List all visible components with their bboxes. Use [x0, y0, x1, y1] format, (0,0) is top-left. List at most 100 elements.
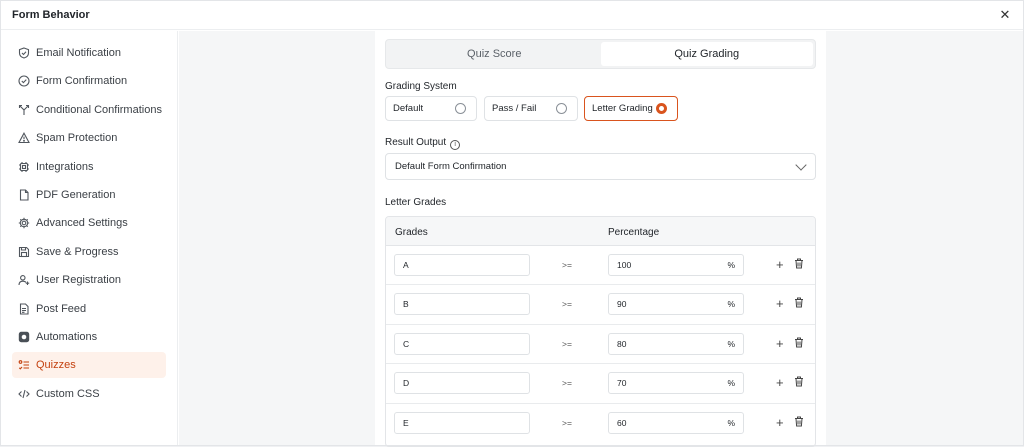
grading-option-pass-fail[interactable]: Pass / Fail	[484, 96, 578, 121]
sidebar-item-label: Form Confirmation	[36, 75, 128, 88]
warning-icon	[17, 132, 30, 145]
sidebar-item-quizzes[interactable]: Quizzes	[12, 352, 166, 379]
percentage-value: 90	[617, 299, 627, 310]
sidebar-item-integrations[interactable]: Integrations	[12, 154, 166, 180]
sidebar-item-label: Save & Progress	[36, 245, 119, 258]
result-output-label-text: Result Output	[385, 137, 447, 148]
save-icon	[17, 245, 30, 258]
radio-selected-icon	[656, 103, 667, 114]
percentage-input[interactable]: 70 %	[608, 372, 744, 395]
percentage-value: 60	[617, 417, 627, 428]
percentage-input[interactable]: 90 %	[608, 293, 744, 316]
grade-input[interactable]: B	[394, 293, 530, 316]
operator-label: >=	[562, 417, 572, 428]
sidebar-item-user-registration[interactable]: User Registration	[12, 267, 166, 293]
letter-grades-table: Grades Percentage A >= 100 % + B >= 90 %…	[385, 216, 816, 447]
sidebar-item-form-confirmation[interactable]: Form Confirmation	[12, 68, 166, 94]
sidebar-item-automations[interactable]: Automations	[12, 324, 166, 350]
operator-label: >=	[562, 378, 572, 389]
tab-quiz-grading[interactable]: Quiz Grading	[600, 42, 813, 66]
sidebar-item-label: Quizzes	[36, 359, 76, 372]
add-row-icon[interactable]: +	[776, 258, 784, 271]
table-row: B >= 90 % +	[386, 285, 815, 325]
quiz-settings-panel: Quiz Score Quiz Grading Grading System D…	[375, 31, 826, 447]
percent-unit: %	[727, 378, 735, 389]
trash-icon[interactable]	[794, 376, 804, 390]
grading-option-letter-grading[interactable]: Letter Grading	[584, 96, 678, 121]
add-row-icon[interactable]: +	[776, 337, 784, 350]
sidebar-item-label: PDF Generation	[36, 188, 116, 201]
percentage-value: 70	[617, 378, 627, 389]
tab-bar: Quiz Score Quiz Grading	[385, 39, 816, 69]
table-header: Grades Percentage	[386, 217, 815, 246]
percent-unit: %	[727, 417, 735, 428]
radio-icon	[455, 103, 466, 114]
sidebar-item-conditional-confirmations[interactable]: Conditional Confirmations	[12, 97, 166, 123]
add-row-icon[interactable]: +	[776, 297, 784, 310]
right-gutter	[826, 31, 1023, 445]
result-output-select[interactable]: Default Form Confirmation	[385, 153, 816, 180]
percentage-value: 80	[617, 338, 627, 349]
info-icon[interactable]: i	[450, 139, 461, 150]
sidebar-item-spam-protection[interactable]: Spam Protection	[12, 125, 166, 151]
shield-check-icon	[17, 47, 30, 60]
tab-quiz-score[interactable]: Quiz Score	[388, 42, 601, 66]
sidebar-item-custom-css[interactable]: Custom CSS	[12, 381, 166, 407]
add-row-icon[interactable]: +	[776, 376, 784, 389]
sidebar-item-label: Spam Protection	[36, 132, 118, 145]
trash-icon[interactable]	[794, 416, 804, 430]
title-bar: Form Behavior ✕	[1, 1, 1023, 30]
radio-icon	[556, 103, 567, 114]
percent-unit: %	[727, 260, 735, 270]
branch-icon	[17, 103, 30, 116]
user-plus-icon	[17, 274, 30, 287]
sidebar-item-post-feed[interactable]: Post Feed	[12, 296, 166, 322]
sidebar-item-label: User Registration	[36, 274, 121, 287]
grade-input[interactable]: A	[394, 254, 530, 276]
gear-icon	[17, 217, 30, 230]
trash-icon[interactable]	[794, 337, 804, 351]
grading-option-default[interactable]: Default	[385, 96, 477, 121]
operator-label: >=	[562, 299, 572, 310]
percentage-input[interactable]: 100 %	[608, 254, 744, 276]
percentage-input[interactable]: 80 %	[608, 332, 744, 355]
option-label: Default	[393, 103, 424, 114]
grade-input[interactable]: C	[394, 332, 530, 355]
sidebar-item-label: Email Notification	[36, 47, 121, 59]
table-row: A >= 100 % +	[386, 246, 815, 286]
grading-system-label: Grading System	[385, 81, 457, 92]
form-behavior-window: Form Behavior ✕ Email Notification Form …	[0, 0, 1024, 447]
grade-input[interactable]: D	[394, 372, 530, 395]
table-row: E >= 60 % +	[386, 404, 815, 443]
sidebar-item-email-notification[interactable]: Email Notification	[12, 40, 166, 66]
sidebar-item-label: Custom CSS	[36, 387, 100, 400]
sidebar-item-label: Conditional Confirmations	[36, 103, 162, 116]
automation-icon	[17, 330, 30, 343]
percentage-input[interactable]: 60 %	[608, 411, 744, 434]
column-header-percentage: Percentage	[608, 227, 660, 238]
sidebar-item-label: Integrations	[36, 160, 94, 173]
option-label: Letter Grading	[592, 103, 653, 114]
chip-icon	[17, 160, 30, 173]
result-output-value: Default Form Confirmation	[395, 161, 507, 172]
add-row-icon[interactable]: +	[776, 416, 784, 429]
sidebar-item-pdf-generation[interactable]: PDF Generation	[12, 182, 166, 208]
sidebar: Email Notification Form Confirmation Con…	[1, 31, 178, 445]
column-header-grades: Grades	[395, 227, 428, 238]
option-label: Pass / Fail	[492, 103, 537, 114]
grade-input[interactable]: E	[394, 411, 530, 434]
sidebar-item-save-progress[interactable]: Save & Progress	[12, 239, 166, 265]
sidebar-item-advanced-settings[interactable]: Advanced Settings	[12, 210, 166, 236]
trash-icon[interactable]	[794, 297, 804, 311]
check-circle-icon	[17, 75, 30, 88]
table-row: D >= 70 % +	[386, 364, 815, 404]
post-icon	[17, 302, 30, 315]
chevron-down-icon	[795, 158, 807, 171]
operator-label: >=	[562, 338, 572, 349]
trash-icon[interactable]	[794, 258, 804, 272]
left-gutter	[179, 31, 375, 445]
close-icon[interactable]: ✕	[998, 8, 1012, 22]
table-row: C >= 80 % +	[386, 325, 815, 365]
percentage-value: 100	[617, 260, 632, 270]
letter-grades-label: Letter Grades	[385, 197, 447, 208]
